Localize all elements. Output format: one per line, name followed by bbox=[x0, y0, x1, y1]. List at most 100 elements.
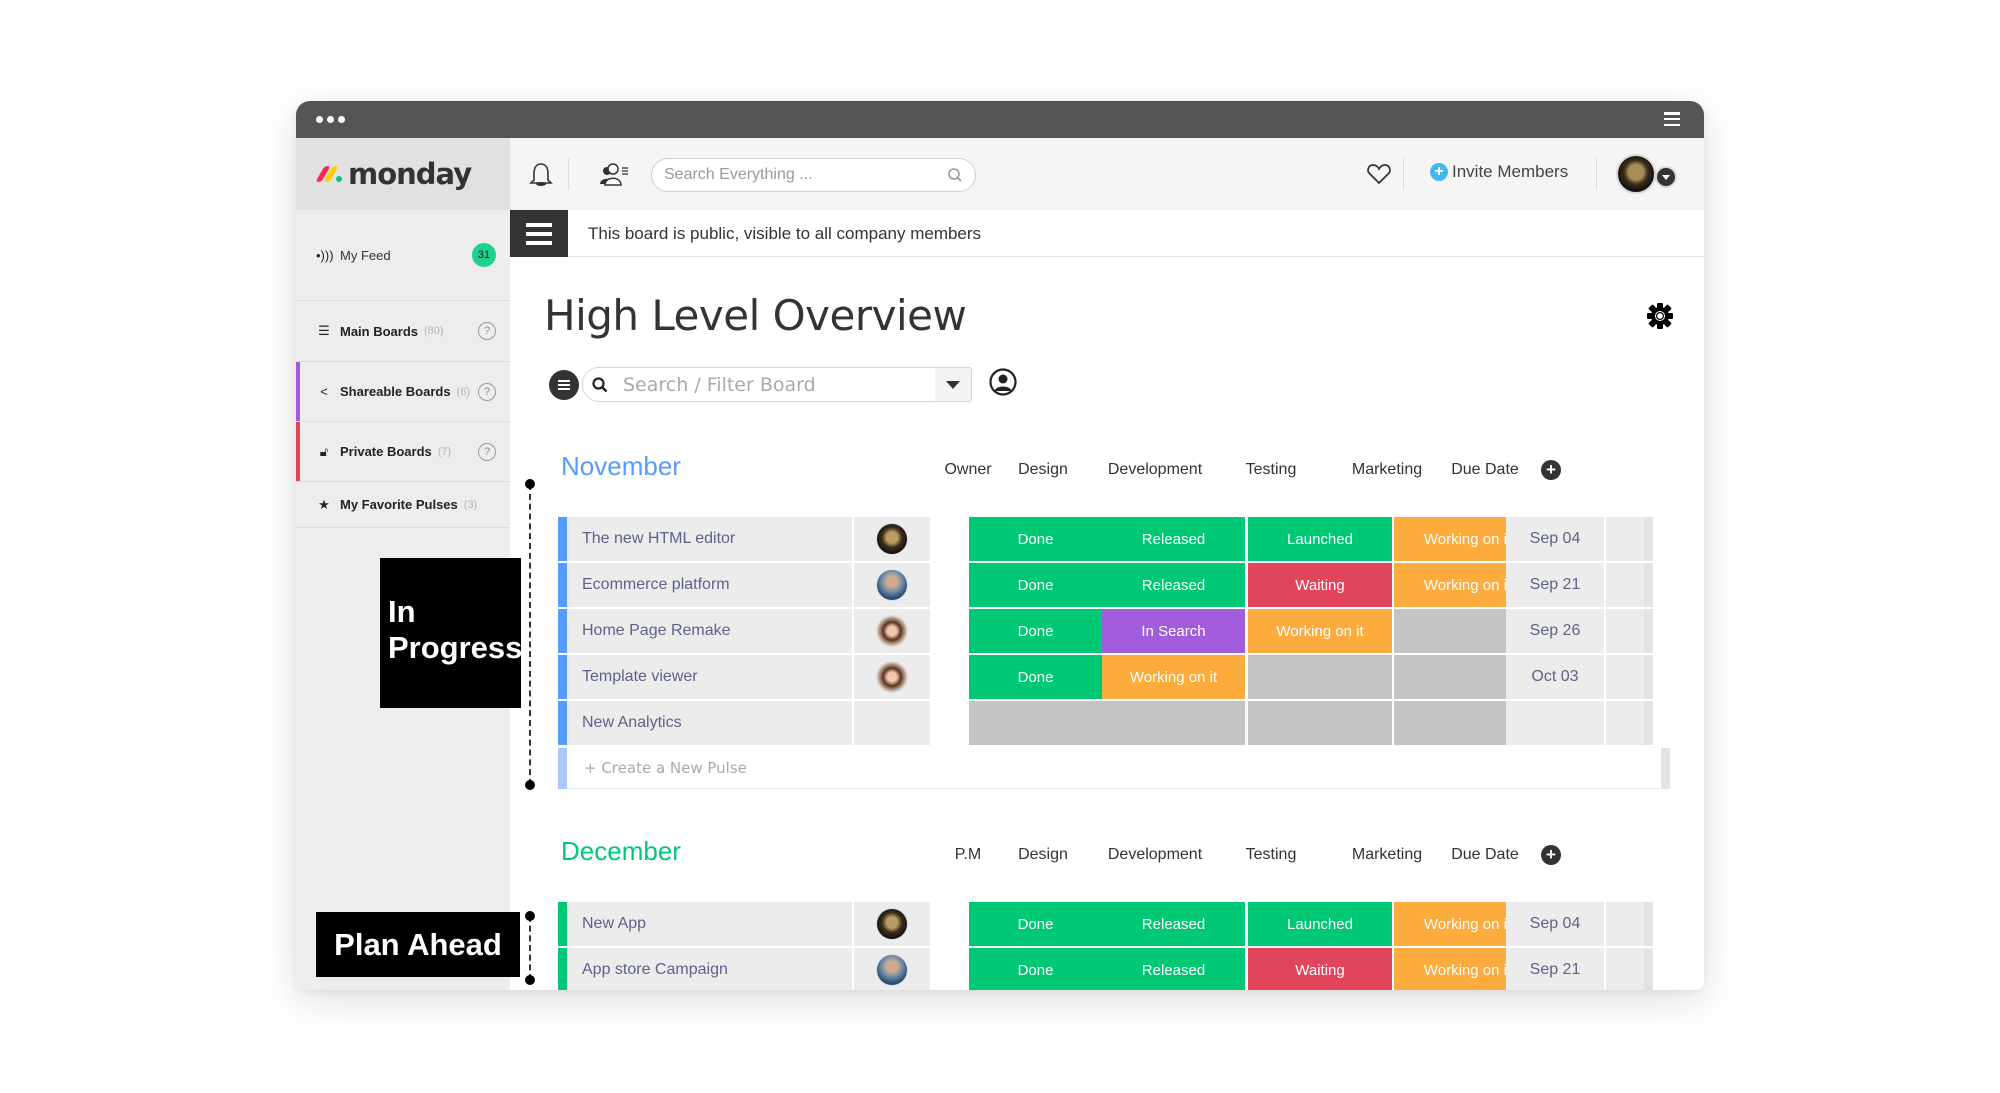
status-cell-testing[interactable]: Launched bbox=[1248, 517, 1392, 561]
invite-members-button[interactable]: + Invite Members bbox=[1430, 162, 1568, 182]
status-cell-testing[interactable]: Waiting bbox=[1248, 563, 1392, 607]
status-cell-testing[interactable] bbox=[1248, 655, 1392, 699]
invite-members-label: Invite Members bbox=[1452, 162, 1569, 181]
group-color-bar[interactable] bbox=[558, 701, 567, 745]
board-menu-button[interactable] bbox=[510, 210, 568, 257]
heart-icon[interactable] bbox=[1366, 162, 1392, 186]
create-pulse-input[interactable]: + Create a New Pulse bbox=[567, 748, 1661, 789]
empty-cell[interactable] bbox=[1606, 701, 1653, 745]
status-cell-testing[interactable]: Launched bbox=[1248, 902, 1392, 946]
owner-cell[interactable] bbox=[854, 655, 930, 699]
status-cell-testing[interactable]: Working on it bbox=[1248, 609, 1392, 653]
due-date-cell[interactable]: Sep 21 bbox=[1506, 948, 1604, 990]
user-avatar[interactable] bbox=[1616, 154, 1656, 194]
due-date-cell[interactable]: Sep 04 bbox=[1506, 902, 1604, 946]
connector-dot bbox=[525, 780, 535, 790]
chevron-down-icon[interactable] bbox=[1655, 166, 1677, 188]
empty-cell[interactable] bbox=[1606, 948, 1653, 990]
column-header[interactable]: Due Date bbox=[1415, 846, 1555, 864]
status-cell-development[interactable]: Released bbox=[1102, 948, 1245, 990]
global-search[interactable] bbox=[651, 158, 976, 192]
help-icon[interactable]: ? bbox=[478, 442, 496, 461]
status-cell-design[interactable]: Done bbox=[969, 517, 1102, 561]
group-color-bar[interactable] bbox=[558, 517, 567, 561]
group-title[interactable]: December bbox=[561, 836, 681, 867]
board-filter-input[interactable] bbox=[609, 373, 935, 396]
status-cell-development[interactable]: In Search bbox=[1102, 609, 1245, 653]
status-cell-testing[interactable] bbox=[1248, 701, 1392, 745]
sidebar-item-shareable-boards[interactable]: < Shareable Boards (6) ? bbox=[296, 362, 510, 422]
status-cell-design[interactable]: Done bbox=[969, 655, 1102, 699]
empty-cell[interactable] bbox=[1606, 609, 1653, 653]
pulse-name[interactable]: Template viewer bbox=[567, 655, 852, 699]
empty-cell[interactable] bbox=[1606, 563, 1653, 607]
board-title[interactable]: High Level Overview bbox=[544, 291, 967, 340]
owner-cell[interactable] bbox=[854, 902, 930, 946]
annotation-connector bbox=[529, 484, 531, 785]
status-cell-design[interactable]: Done bbox=[969, 563, 1102, 607]
due-date-cell[interactable]: Sep 21 bbox=[1506, 563, 1604, 607]
status-cell-design[interactable]: Done bbox=[969, 609, 1102, 653]
group-title[interactable]: November bbox=[561, 451, 681, 482]
filter-toggle-icon[interactable] bbox=[549, 370, 579, 400]
group-color-bar[interactable] bbox=[558, 609, 567, 653]
status-cell-testing[interactable]: Waiting bbox=[1248, 948, 1392, 990]
column-header[interactable]: Due Date bbox=[1415, 461, 1555, 479]
help-icon[interactable]: ? bbox=[478, 322, 496, 340]
status-cell-development[interactable]: Working on it bbox=[1102, 655, 1245, 699]
due-date-cell[interactable]: Sep 04 bbox=[1506, 517, 1604, 561]
add-column-icon[interactable]: + bbox=[1541, 460, 1561, 480]
board-filter[interactable] bbox=[582, 367, 972, 402]
empty-cell[interactable] bbox=[1606, 655, 1653, 699]
bell-icon[interactable] bbox=[528, 161, 554, 189]
owner-cell[interactable] bbox=[854, 948, 930, 990]
pulse-name[interactable]: The new HTML editor bbox=[567, 517, 852, 561]
status-cell-design[interactable]: Done bbox=[969, 948, 1102, 990]
status-cell-development[interactable] bbox=[1102, 701, 1245, 745]
empty-cell[interactable] bbox=[1606, 902, 1653, 946]
avatar bbox=[876, 615, 908, 647]
person-filter-icon[interactable] bbox=[988, 367, 1018, 397]
group-color-bar[interactable] bbox=[558, 948, 567, 990]
owner-cell[interactable] bbox=[854, 517, 930, 561]
add-column-icon[interactable]: + bbox=[1541, 845, 1561, 865]
due-date-cell[interactable]: Oct 03 bbox=[1506, 655, 1604, 699]
sidebar-item-main-boards[interactable]: ☰ Main Boards (80) ? bbox=[296, 301, 510, 362]
pulse-name[interactable]: New App bbox=[567, 902, 852, 946]
pulse-name[interactable]: Ecommerce platform bbox=[567, 563, 852, 607]
empty-cell[interactable] bbox=[1606, 517, 1653, 561]
status-cell-development[interactable]: Released bbox=[1102, 517, 1245, 561]
gear-icon[interactable] bbox=[1645, 301, 1675, 331]
pulse-name[interactable]: App store Campaign bbox=[567, 948, 852, 990]
divider bbox=[1403, 158, 1404, 190]
owner-cell[interactable] bbox=[854, 609, 930, 653]
pulse-name[interactable]: Home Page Remake bbox=[567, 609, 852, 653]
status-cell-development[interactable]: Released bbox=[1102, 563, 1245, 607]
owner-cell[interactable] bbox=[854, 563, 930, 607]
hamburger-icon[interactable] bbox=[1664, 112, 1680, 126]
due-date-cell[interactable] bbox=[1506, 701, 1604, 745]
sidebar-item-favorite-pulses[interactable]: ★ My Favorite Pulses (3) bbox=[296, 482, 510, 528]
sidebar-item-label: Shareable Boards bbox=[340, 384, 451, 399]
plus-circle-icon: + bbox=[1430, 163, 1448, 181]
owner-cell[interactable] bbox=[854, 701, 930, 745]
due-date-cell[interactable]: Sep 26 bbox=[1506, 609, 1604, 653]
sidebar-item-private-boards[interactable]: 🔓︎ Private Boards (7) ? bbox=[296, 422, 510, 482]
logo[interactable]: monday bbox=[296, 138, 510, 210]
group-color-bar[interactable] bbox=[558, 655, 567, 699]
window-dots-icon[interactable] bbox=[316, 116, 345, 123]
filter-dropdown-caret-icon[interactable] bbox=[935, 368, 971, 401]
status-cell-design[interactable] bbox=[969, 701, 1102, 745]
global-search-input[interactable] bbox=[664, 166, 947, 184]
help-icon[interactable]: ? bbox=[478, 382, 496, 401]
table-row: Ecommerce platform Done Released Waiting Wor… bbox=[558, 563, 1699, 607]
pulse-name[interactable]: New Analytics bbox=[567, 701, 852, 745]
sidebar-item-my-feed[interactable]: •))) My Feed 31 bbox=[296, 210, 510, 301]
people-icon[interactable] bbox=[598, 160, 630, 188]
group-color-bar[interactable] bbox=[558, 563, 567, 607]
status-cell-design[interactable]: Done bbox=[969, 902, 1102, 946]
status-cell-development[interactable]: Released bbox=[1102, 902, 1245, 946]
monday-logo-icon bbox=[315, 163, 342, 185]
group-color-bar[interactable] bbox=[558, 902, 567, 946]
search-icon[interactable] bbox=[947, 167, 963, 183]
